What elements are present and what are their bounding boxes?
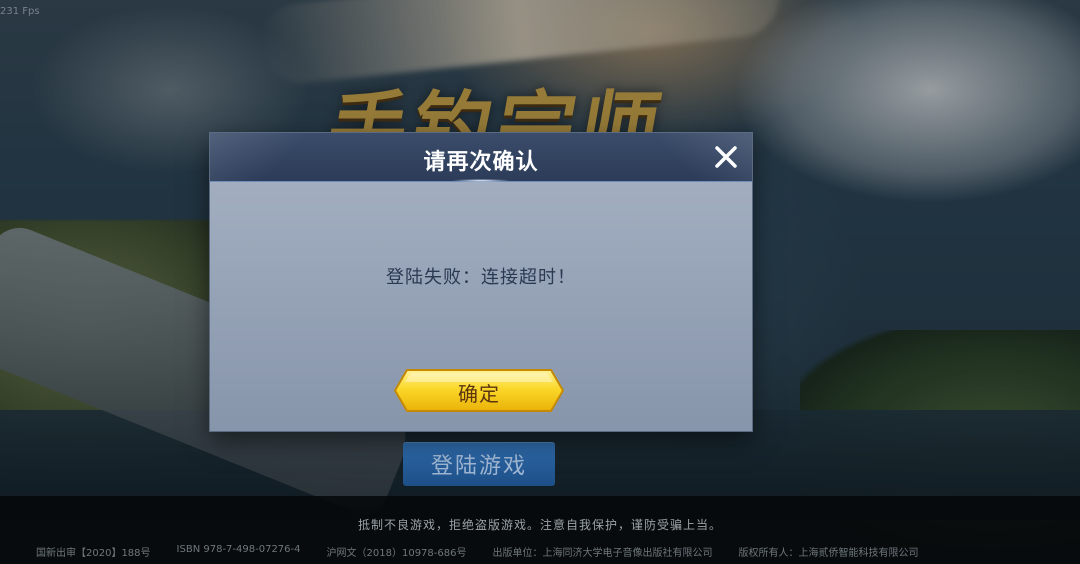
dialog-header: 请再次确认	[210, 133, 752, 182]
login-game-button[interactable]: 登陆游戏	[403, 442, 555, 486]
confirm-button-label: 确定	[458, 382, 500, 406]
close-icon	[715, 146, 737, 168]
fps-counter: 231 Fps	[0, 6, 40, 17]
dialog-message: 登陆失败：连接超时！	[386, 267, 576, 288]
legal-info: 国新出审【2020】188号 ISBN 978-7-498-07276-4 沪网…	[36, 544, 918, 559]
header-glow	[451, 179, 511, 182]
health-notice: 抵制不良游戏，拒绝盗版游戏。注意自我保护，谨防受骗上当。	[357, 518, 722, 532]
confirm-dialog: 请再次确认 登陆失败：连接超时！ 确定	[210, 133, 752, 431]
publisher: 出版单位：上海同济大学电子音像出版社有限公司	[492, 548, 713, 559]
copyright-owner: 版权所有人：上海贰侨智能科技有限公司	[738, 548, 919, 559]
network-culture-license: 沪网文（2018）10978-686号	[326, 548, 467, 559]
dialog-title: 请再次确认	[423, 150, 539, 175]
close-button[interactable]	[708, 139, 744, 175]
isbn: ISBN 978-7-498-07276-4	[176, 544, 301, 555]
confirm-button[interactable]: 确定	[393, 368, 565, 413]
approval-number: 国新出审【2020】188号	[36, 548, 151, 559]
